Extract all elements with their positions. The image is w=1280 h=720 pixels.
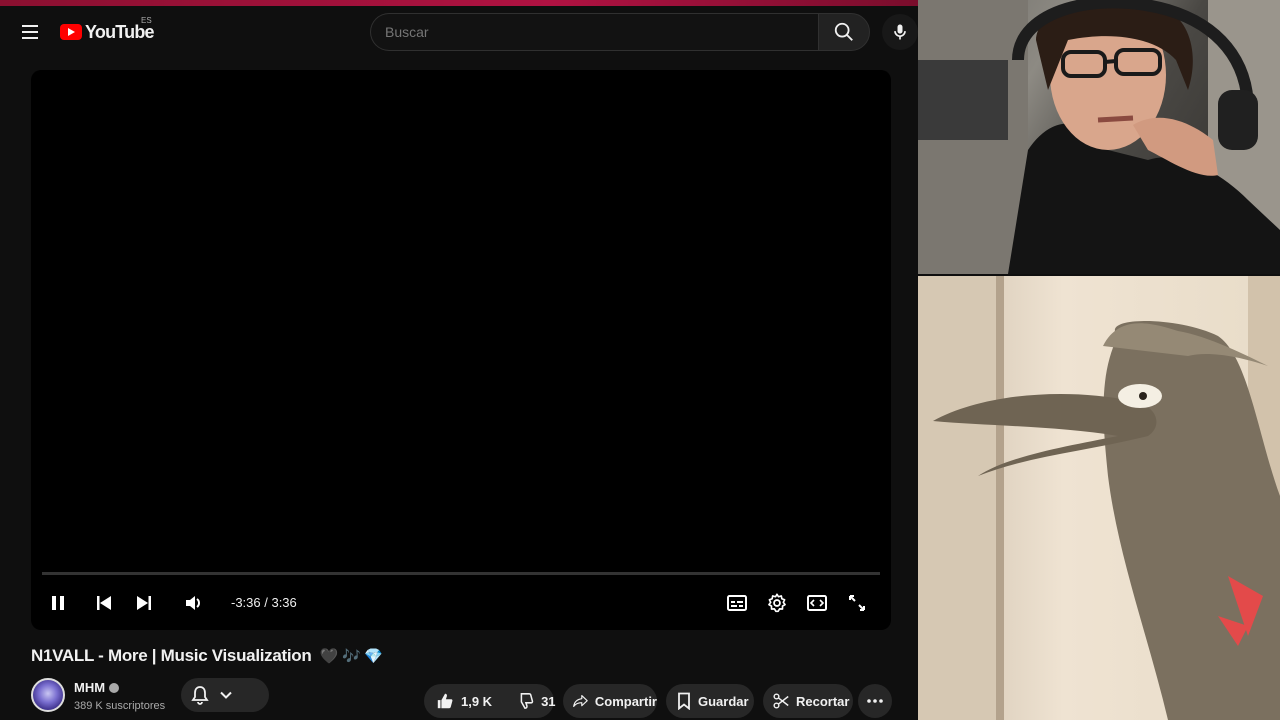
title-emojis: 🖤 🎶 💎 [319,648,383,665]
share-button[interactable]: Compartir [563,684,657,718]
bookmark-icon [678,692,690,710]
progress-bar[interactable] [42,572,880,575]
youtube-play-logo-icon [60,24,82,40]
microphone-icon [894,24,906,40]
video-title: N1VALL - More | Music Visualization [31,646,312,665]
voice-search-button[interactable] [882,14,918,50]
webcam-person-illustration [918,0,1280,274]
skip-next-icon [137,596,151,610]
skip-previous-icon [97,596,111,610]
pause-icon [52,596,64,610]
scissors-icon [773,693,789,709]
settings-button[interactable] [762,588,792,618]
webcam-feed [918,0,1280,274]
bird-illustration [918,276,1280,720]
search-icon [834,22,853,41]
video-title-row: N1VALL - More | Music Visualization 🖤 🎶 … [31,646,383,666]
search-bar [370,13,870,51]
action-bar: 1,9 K 31 Compartir Guardar Recortar [0,684,918,718]
time-display: -3:36 / 3:36 [231,595,297,610]
player-controls: -3:36 / 3:36 [31,588,891,618]
search-button[interactable] [818,13,870,51]
next-button[interactable] [129,588,159,618]
menu-icon[interactable] [18,20,42,44]
save-label: Guardar [698,693,749,709]
previous-button[interactable] [89,588,119,618]
more-actions-button[interactable] [858,684,892,718]
share-icon [573,695,588,707]
youtube-window: YouTube ES -3:36 [0,6,918,720]
subtitles-icon [727,595,747,611]
like-count: 1,9 K [461,693,493,709]
region-code: ES [141,16,152,25]
fullscreen-icon [849,595,865,611]
clip-label: Recortar [796,693,850,709]
thumbs-up-icon [437,693,453,709]
subtitles-button[interactable] [722,588,752,618]
theater-mode-button[interactable] [802,588,832,618]
like-button[interactable]: 1,9 K [424,684,504,718]
youtube-logo[interactable]: YouTube ES [60,16,155,45]
dislike-button[interactable]: 31 [504,684,567,718]
search-input[interactable] [370,13,818,51]
more-horizontal-icon [867,699,883,703]
fullscreen-button[interactable] [842,588,872,618]
theater-mode-icon [807,595,827,611]
thumbs-down-icon [520,693,534,709]
video-player[interactable]: -3:36 / 3:36 [31,70,891,630]
masthead: YouTube ES [0,6,918,58]
pause-button[interactable] [43,588,73,618]
gear-icon [768,593,786,613]
like-dislike-group: 1,9 K 31 [424,684,556,718]
volume-icon [186,596,200,610]
share-label: Compartir [594,693,657,709]
save-button[interactable]: Guardar [666,684,754,718]
dislike-count: 31 [541,693,556,709]
clip-button[interactable]: Recortar [763,684,853,718]
volume-button[interactable] [178,588,208,618]
bird-meme-image [918,276,1280,720]
stream-overlay-panel [918,0,1280,720]
